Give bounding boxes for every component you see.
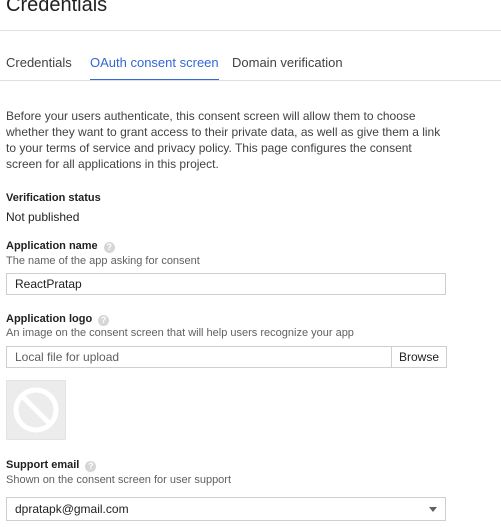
support-email-value: dpratapk@gmail.com — [15, 502, 129, 516]
help-icon[interactable]: ? — [103, 242, 115, 253]
support-email-description: Shown on the consent screen for user sup… — [6, 474, 232, 486]
page-title: Credentials — [6, 0, 108, 16]
help-icon[interactable]: ? — [85, 461, 97, 472]
support-email-label-text: Support email — [6, 459, 80, 471]
tabs-divider — [0, 80, 501, 81]
application-logo-label: Application logo? — [6, 313, 110, 326]
application-name-description: The name of the app asking for consent — [6, 255, 200, 267]
logo-file-placeholder: Local file for upload — [15, 350, 120, 364]
application-name-label-text: Application name — [6, 240, 98, 252]
help-icon[interactable]: ? — [98, 315, 110, 326]
no-image-icon — [13, 387, 59, 433]
title-divider — [0, 30, 501, 31]
application-logo-label-text: Application logo — [6, 313, 93, 325]
support-email-select[interactable]: dpratapk@gmail.com — [6, 497, 446, 521]
logo-file-input[interactable]: Local file for upload Browse — [6, 346, 447, 368]
application-name-input[interactable]: ReactPratap — [6, 273, 446, 295]
tab-credentials[interactable]: Credentials — [6, 49, 72, 79]
tab-bar: Credentials OAuth consent screen Domain … — [0, 49, 501, 81]
application-logo-description: An image on the consent screen that will… — [6, 327, 354, 339]
intro-text: Before your users authenticate, this con… — [6, 109, 441, 171]
browse-button[interactable]: Browse — [391, 347, 446, 367]
support-email-label: Support email? — [6, 459, 97, 472]
application-name-label: Application name? — [6, 240, 115, 253]
tab-oauth-consent-screen[interactable]: OAuth consent screen — [90, 49, 219, 81]
logo-preview — [6, 380, 66, 440]
tab-domain-verification[interactable]: Domain verification — [232, 49, 343, 79]
dropdown-caret-icon — [429, 507, 437, 512]
verification-status-value: Not published — [6, 210, 80, 224]
verification-status-label: Verification status — [6, 192, 101, 204]
